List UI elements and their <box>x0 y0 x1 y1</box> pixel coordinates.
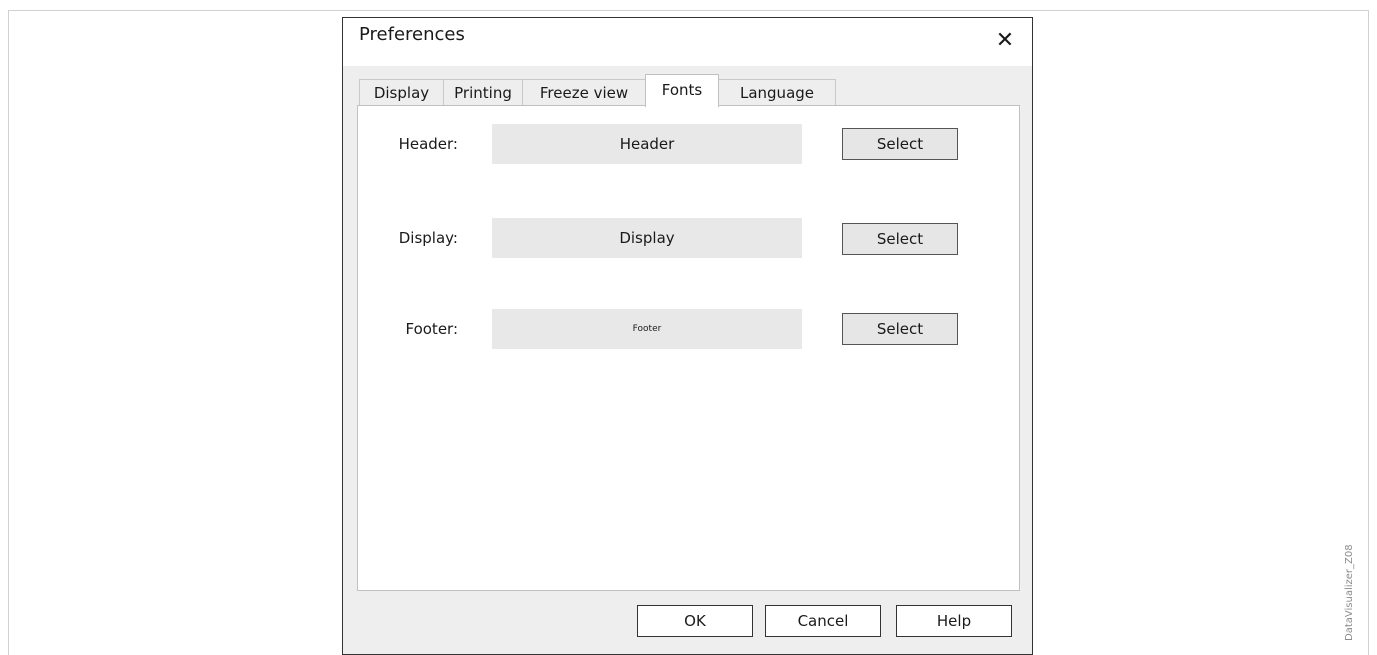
tab-printing[interactable]: Printing <box>443 79 523 106</box>
header-font-preview: Header <box>492 124 802 164</box>
footer-select-button[interactable]: Select <box>842 313 958 345</box>
cancel-button[interactable]: Cancel <box>765 605 881 637</box>
fonts-panel: Header: Header Select Display: Display S… <box>357 105 1020 591</box>
dialog-titlebar: Preferences ✕ <box>343 18 1032 66</box>
footer-font-preview: Footer <box>492 309 802 349</box>
tab-freeze-view[interactable]: Freeze view <box>522 79 646 106</box>
tab-language[interactable]: Language <box>718 79 836 106</box>
close-icon[interactable]: ✕ <box>992 28 1018 54</box>
tab-fonts[interactable]: Fonts <box>645 74 719 107</box>
watermark-label: DataVisualizer_Z08 <box>1344 544 1355 641</box>
header-font-label: Header: <box>398 135 458 153</box>
tab-display[interactable]: Display <box>359 79 444 106</box>
header-select-button[interactable]: Select <box>842 128 958 160</box>
preferences-dialog: Preferences ✕ Display Printing Freeze vi… <box>342 17 1033 655</box>
dialog-body: Display Printing Freeze view Fonts Langu… <box>343 66 1032 654</box>
display-font-preview: Display <box>492 218 802 258</box>
dialog-title: Preferences <box>359 24 465 45</box>
display-select-button[interactable]: Select <box>842 223 958 255</box>
display-font-label: Display: <box>398 229 458 247</box>
footer-font-label: Footer: <box>405 320 458 338</box>
help-button[interactable]: Help <box>896 605 1012 637</box>
ok-button[interactable]: OK <box>637 605 753 637</box>
